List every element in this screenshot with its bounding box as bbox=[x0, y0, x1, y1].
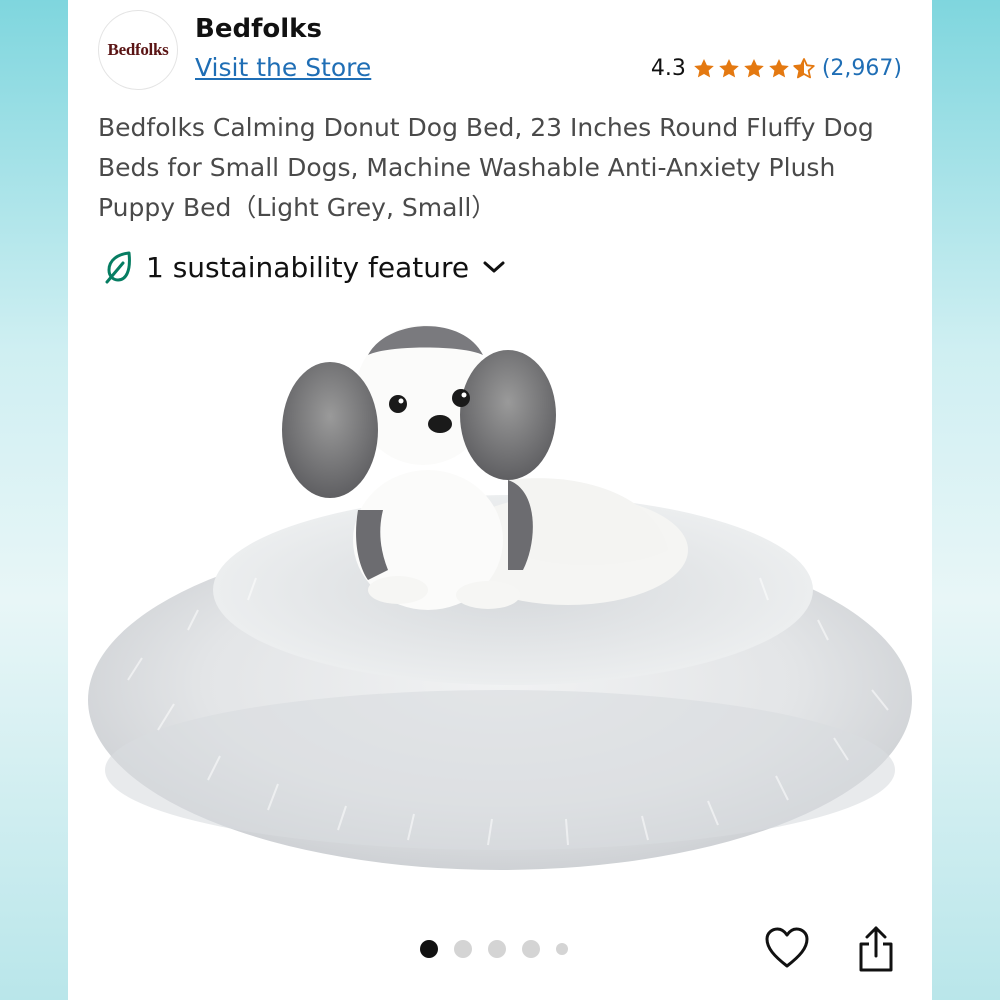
star-rating bbox=[692, 57, 816, 81]
product-card: Bedfolks Bedfolks Visit the Store 4.3 (2… bbox=[68, 0, 932, 1000]
visit-store-link[interactable]: Visit the Store bbox=[195, 53, 371, 82]
chevron-down-icon bbox=[481, 258, 507, 276]
carousel-dot[interactable] bbox=[454, 940, 472, 958]
rating-summary[interactable]: 4.3 (2,967) bbox=[651, 56, 902, 81]
heart-icon[interactable] bbox=[764, 926, 810, 974]
half-star-icon bbox=[793, 57, 815, 78]
leaf-icon bbox=[104, 250, 134, 284]
star-icon bbox=[719, 58, 739, 77]
star-icon bbox=[694, 58, 714, 77]
sustainability-label: 1 sustainability feature bbox=[146, 250, 470, 284]
carousel-dot[interactable] bbox=[420, 940, 438, 958]
rating-value: 4.3 bbox=[650, 56, 686, 81]
carousel-indicator[interactable] bbox=[420, 940, 568, 958]
store-name: Bedfolks bbox=[195, 14, 322, 44]
carousel-dot[interactable] bbox=[488, 940, 506, 958]
share-icon[interactable] bbox=[856, 924, 896, 978]
store-logo-text: Bedfolks bbox=[107, 40, 169, 59]
rating-count-link[interactable]: (2,967) bbox=[822, 56, 902, 81]
carousel-dot[interactable] bbox=[522, 940, 540, 958]
star-icon bbox=[744, 58, 764, 77]
carousel-dot[interactable] bbox=[556, 943, 568, 955]
star-icon bbox=[769, 58, 789, 77]
product-title: Bedfolks Calming Donut Dog Bed, 23 Inche… bbox=[98, 113, 874, 222]
product-image[interactable] bbox=[68, 300, 932, 920]
store-logo[interactable]: Bedfolks bbox=[98, 10, 178, 90]
sustainability-feature-toggle[interactable]: 1 sustainability feature bbox=[104, 250, 507, 284]
